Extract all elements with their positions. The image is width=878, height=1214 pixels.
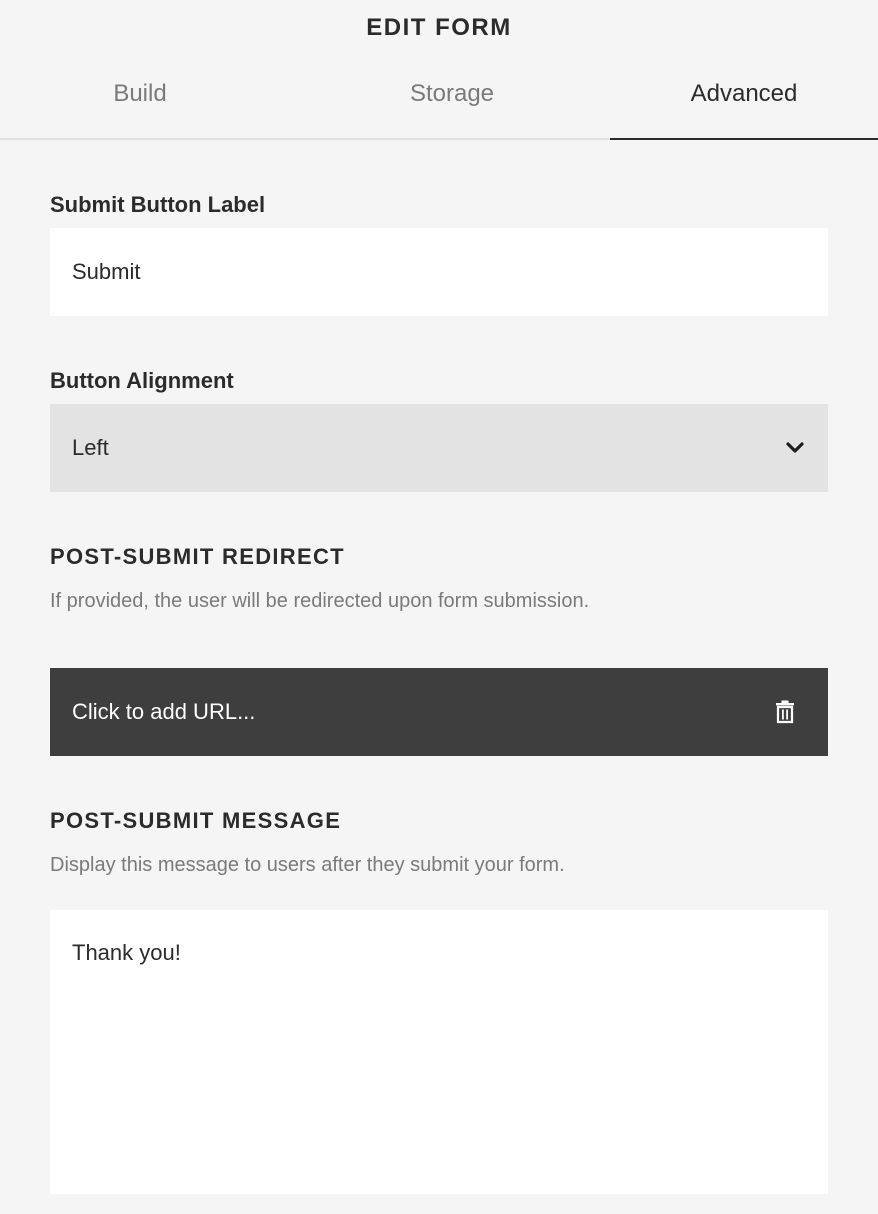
redirect-url-placeholder: Click to add URL... — [72, 699, 256, 724]
redirect-url-field[interactable]: Click to add URL... — [50, 668, 828, 756]
button-alignment-heading: Button Alignment — [50, 368, 234, 393]
post-submit-redirect-heading: POST-SUBMIT REDIRECT — [50, 544, 345, 569]
tab-storage[interactable]: Storage — [306, 66, 598, 140]
trash-icon[interactable] — [772, 699, 798, 725]
edit-form-panel: EDIT FORM Build Storage Advanced Submit … — [0, 0, 878, 1214]
submit-button-label-heading: Submit Button Label — [50, 192, 266, 217]
button-alignment-select[interactable]: Left — [50, 404, 828, 492]
panel-title: EDIT FORM — [366, 14, 512, 41]
tab-bar: Build Storage Advanced — [0, 66, 878, 140]
tab-build[interactable]: Build — [0, 66, 280, 140]
post-submit-message-description: Display this message to users after they… — [50, 854, 565, 876]
chevron-down-icon — [784, 437, 806, 459]
post-submit-message-textarea[interactable]: Thank you! — [50, 910, 828, 1194]
submit-button-label-input[interactable] — [50, 228, 828, 316]
tab-advanced[interactable]: Advanced — [610, 66, 878, 140]
button-alignment-value: Left — [72, 435, 109, 460]
post-submit-message-heading: POST-SUBMIT MESSAGE — [50, 808, 342, 833]
post-submit-redirect-description: If provided, the user will be redirected… — [50, 590, 590, 612]
